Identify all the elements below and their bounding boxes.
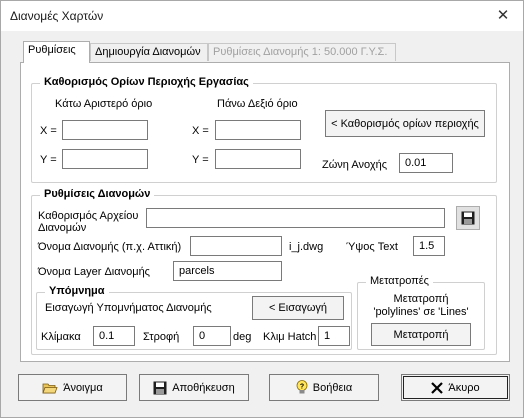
legend-insert-button-label: < Εισαγωγή	[268, 302, 328, 314]
help-bulb-icon: ?	[296, 380, 308, 395]
define-bounds-label: < Καθορισμός ορίων περιοχής	[331, 117, 479, 130]
legend-insert-label: Εισαγωγή Υπομνήματος Διανομής	[45, 302, 212, 314]
window-title: Διανομές Χαρτών	[10, 9, 104, 23]
help-button[interactable]: ? Βοήθεια	[269, 374, 379, 401]
tolerance-input[interactable]	[399, 153, 453, 173]
x-left-input[interactable]	[62, 120, 148, 140]
help-button-label: Βοήθεια	[312, 381, 353, 394]
close-x-icon	[431, 381, 444, 394]
convert-button[interactable]: Μετατροπή	[371, 323, 471, 346]
floppy-disk-icon	[461, 211, 475, 225]
layer-name-input[interactable]	[173, 261, 282, 281]
sheet-file-label-1: Καθορισμός Αρχείου	[38, 210, 139, 222]
legend-insert-button[interactable]: < Εισαγωγή	[252, 296, 344, 320]
layer-name-label: Όνομα Layer Διανομής	[38, 266, 150, 278]
save-file-button[interactable]	[456, 206, 480, 230]
tab-settings-label: Ρυθμίσεις	[28, 44, 76, 56]
y-left-input[interactable]	[62, 149, 148, 169]
sheet-file-input[interactable]	[146, 208, 445, 228]
area-bounds-group: Καθορισμός Ορίων Περιοχής Εργασίας Κάτω …	[31, 76, 497, 183]
hatch-scale-label: Κλιμ Hatch	[263, 331, 317, 343]
text-height-input[interactable]	[413, 236, 445, 256]
hatch-scale-input[interactable]	[318, 326, 350, 346]
lower-left-label: Κάτω Αριστερό όριο	[55, 98, 153, 110]
settings-panel: Καθορισμός Ορίων Περιοχής Εργασίας Κάτω …	[20, 62, 510, 362]
cancel-button[interactable]: Άκυρο	[401, 374, 510, 401]
sheet-file-label-2: Διανομών	[38, 222, 87, 234]
svg-text:?: ?	[300, 383, 304, 390]
upper-right-label: Πάνω Δεξιό όριο	[217, 98, 298, 110]
tab-sheet-50000-settings: Ρυθμίσεις Διανομής 1: 50.000 Γ.Υ.Σ.	[208, 43, 396, 61]
conversions-group: Μετατροπές Μετατροπή 'polylines' σε 'Lin…	[357, 275, 485, 350]
x-left-label: X =	[40, 125, 57, 137]
legend-group: Υπόμνημα Εισαγωγή Υπομνήματος Διανομής <…	[36, 285, 352, 350]
scale-input[interactable]	[93, 326, 135, 346]
y-right-input[interactable]	[215, 149, 301, 169]
sheet-name-suffix: i_j.dwg	[289, 241, 324, 253]
close-icon[interactable]: ✕	[486, 4, 520, 28]
x-right-input[interactable]	[215, 120, 301, 140]
open-button-label: Άνοιγμα	[63, 381, 103, 394]
rotation-input[interactable]	[193, 326, 231, 346]
sheet-settings-title: Ρυθμίσεις Διανομών	[40, 188, 155, 200]
conversion-desc-1: Μετατροπή	[393, 293, 449, 305]
text-height-label: Ύψος Text	[346, 241, 398, 253]
sheet-settings-group: Ρυθμίσεις Διανομών Καθορισμός Αρχείου Δι…	[31, 188, 497, 355]
y-right-label: Y =	[192, 154, 209, 166]
define-bounds-button[interactable]: < Καθορισμός ορίων περιοχής	[325, 110, 485, 137]
area-bounds-title: Καθορισμός Ορίων Περιοχής Εργασίας	[40, 76, 253, 88]
y-left-label: Y =	[40, 154, 57, 166]
legend-title: Υπόμνημα	[45, 285, 109, 297]
tab-settings[interactable]: Ρυθμίσεις	[23, 41, 90, 63]
convert-button-label: Μετατροπή	[393, 328, 449, 341]
save-button-label: Αποθήκευση	[172, 381, 235, 394]
open-button[interactable]: Άνοιγμα	[18, 374, 127, 401]
conversions-title: Μετατροπές	[366, 275, 433, 287]
cancel-button-label: Άκυρο	[448, 381, 480, 394]
sheet-name-input[interactable]	[190, 236, 282, 256]
open-folder-icon	[42, 381, 58, 395]
conversion-desc-2: 'polylines' σε 'Lines'	[373, 306, 469, 318]
tab-create-sheets[interactable]: Δημιουργία Διανομών	[90, 43, 208, 61]
sheet-name-label: Όνομα Διανομής (π.χ. Αττική)	[38, 241, 182, 253]
dialog-window: Διανομές Χαρτών ✕ Ρυθμίσεις Δημιουργία Δ…	[0, 0, 524, 418]
tab-sheet-50000-label: Ρυθμίσεις Διανομής 1: 50.000 Γ.Υ.Σ.	[213, 46, 388, 58]
rotation-label: Στροφή	[143, 331, 180, 343]
save-button[interactable]: Αποθήκευση	[139, 374, 249, 401]
tolerance-label: Ζώνη Ανοχής	[322, 159, 388, 171]
tab-create-sheets-label: Δημιουργία Διανομών	[95, 46, 201, 58]
title-bar: Διανομές Χαρτών ✕	[1, 1, 523, 31]
x-right-label: X =	[192, 125, 209, 137]
scale-label: Κλίμακα	[41, 331, 81, 343]
rotation-unit: deg	[233, 331, 252, 343]
floppy-disk-icon	[153, 381, 167, 395]
